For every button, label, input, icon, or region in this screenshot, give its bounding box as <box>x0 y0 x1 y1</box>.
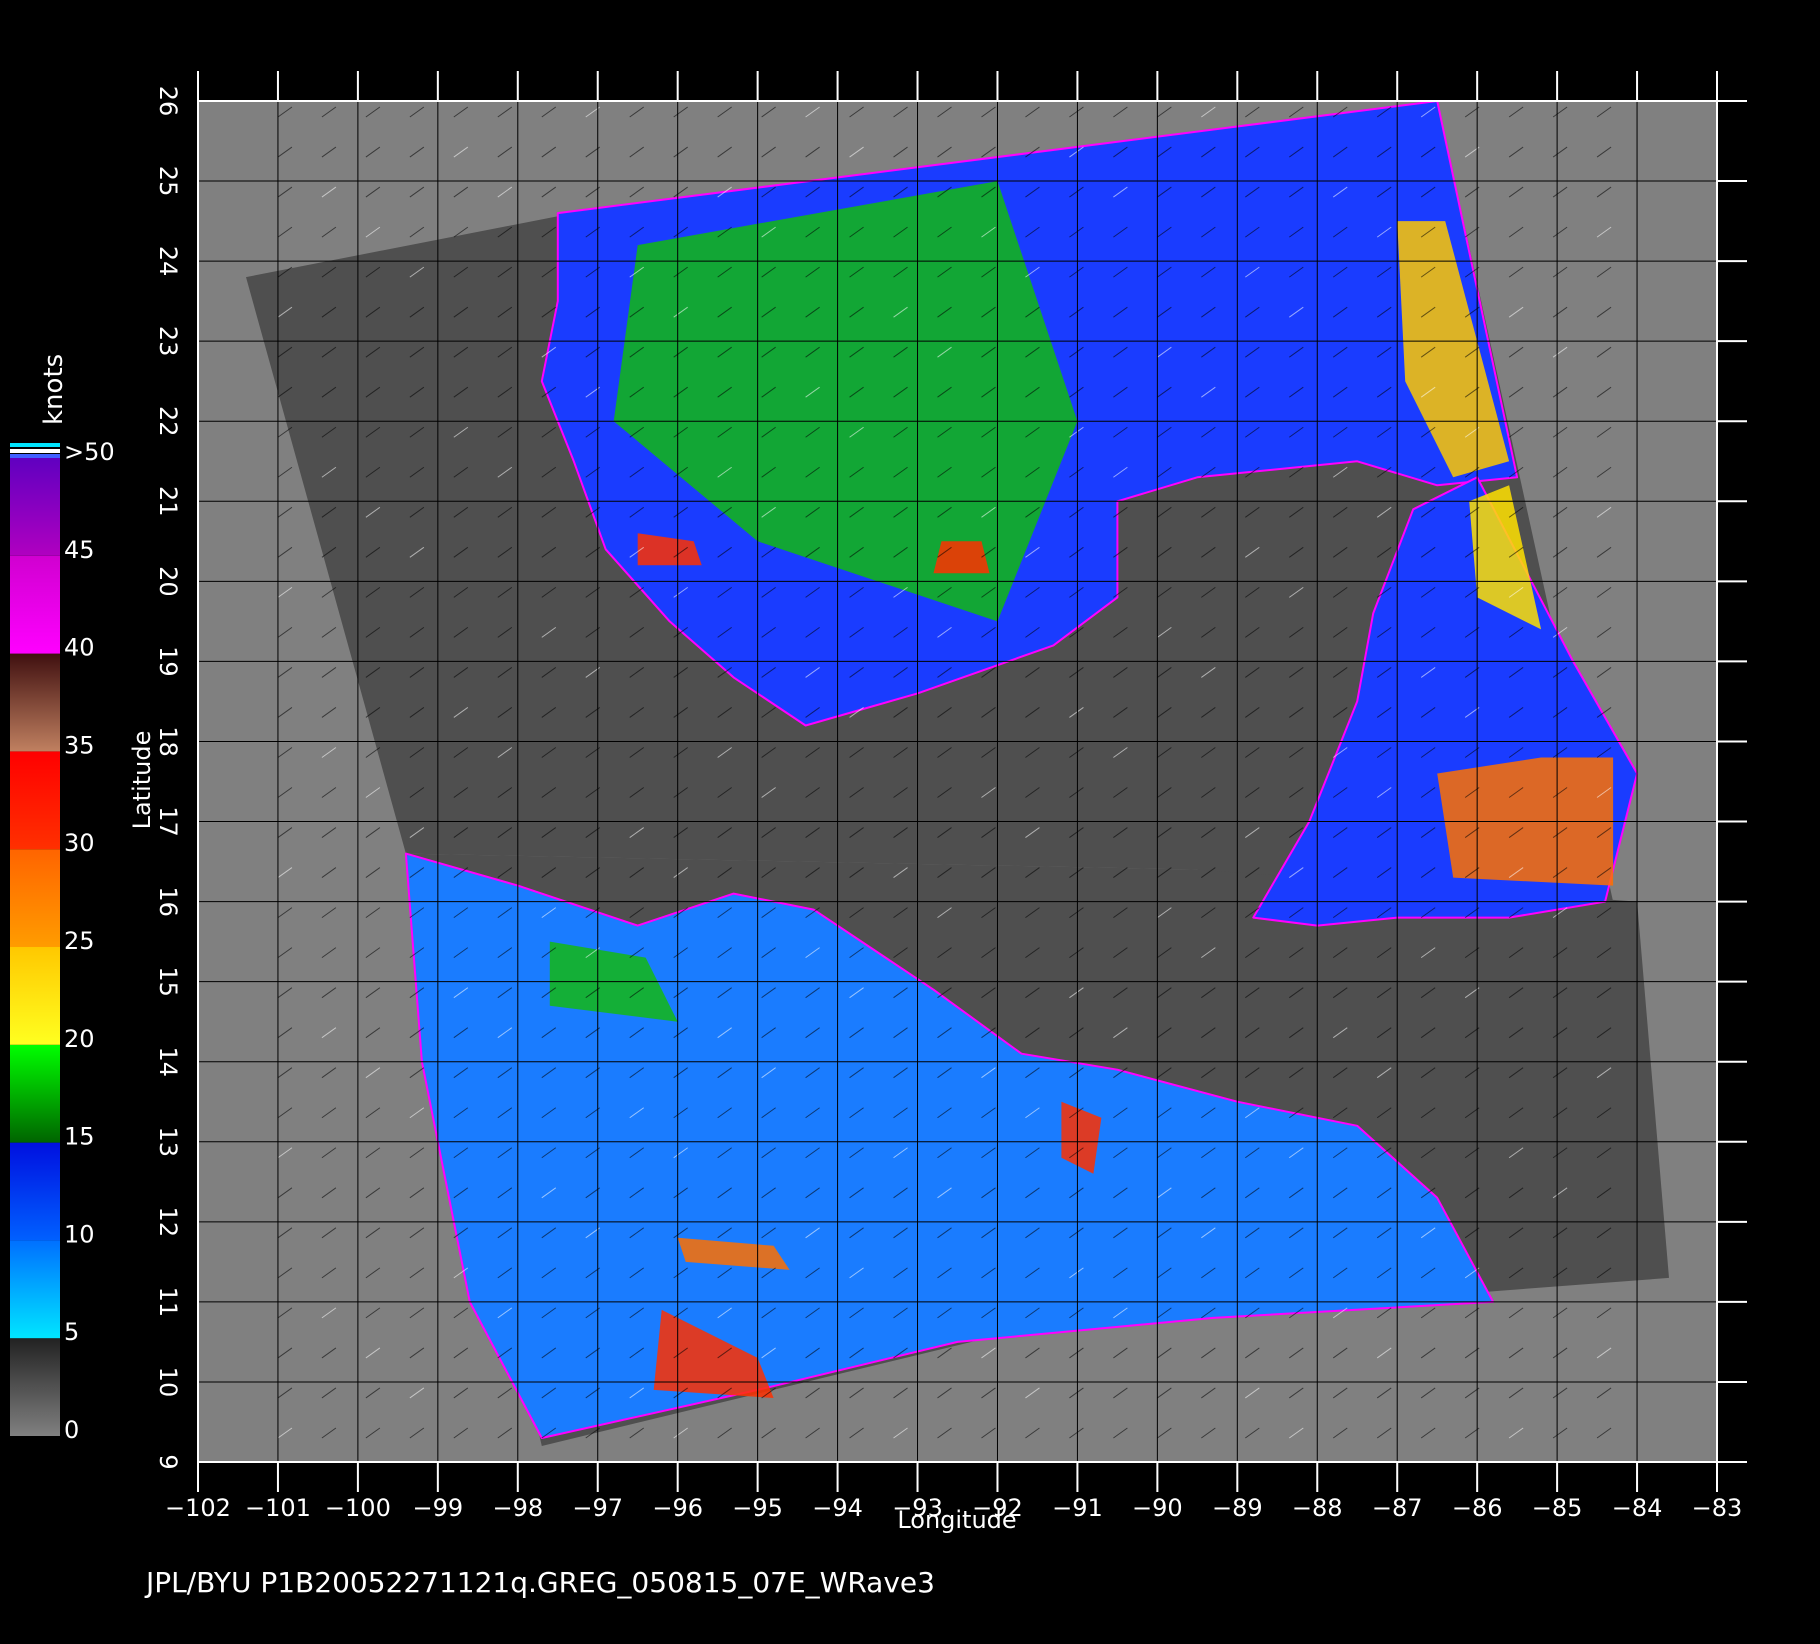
scatterometer-wind-map: −102 −101 −100 −99 −98 −97 −96 −95 −94 −93 −92 −91−… <box>0 0 1820 1640</box>
y-tick-label: 16 <box>154 886 182 917</box>
y-axis-title: Latitude <box>128 731 156 830</box>
colorbar-label: 25 <box>64 927 95 955</box>
x-tick-label: −101 <box>245 1494 311 1522</box>
map-area <box>198 100 1717 1462</box>
y-tick-label: 18 <box>154 726 182 757</box>
x-tick-label: −90 <box>1132 1494 1183 1522</box>
gulf-red-central <box>933 541 990 574</box>
x-tick-label: −88 <box>1292 1494 1343 1522</box>
x-tick-label: −97 <box>572 1494 623 1522</box>
colorbar-label: 35 <box>64 731 95 759</box>
figure-caption: JPL/BYU P1B20052271121q.GREG_050815_07E_… <box>144 1566 935 1599</box>
colorbar-label: 30 <box>64 829 95 857</box>
colorbar-band <box>10 947 60 1045</box>
y-tick-label: 20 <box>154 566 182 597</box>
colorbar-band <box>10 653 60 752</box>
x-tick-label: −87 <box>1372 1494 1423 1522</box>
colorbar-band <box>10 849 60 947</box>
y-tick-label: 15 <box>154 966 182 997</box>
y-tick-label: 9 <box>154 1454 182 1469</box>
x-tick-label: −83 <box>1692 1494 1743 1522</box>
x-tick-label: −86 <box>1452 1494 1503 1522</box>
x-tick-label: −91 <box>1052 1494 1103 1522</box>
x-tick-label: −95 <box>732 1494 783 1522</box>
y-tick-label: 11 <box>154 1287 182 1318</box>
colorbar-band <box>10 458 60 556</box>
colorbar-label: 15 <box>64 1123 95 1151</box>
colorbar-band <box>10 1142 60 1241</box>
colorbar-label: 0 <box>64 1416 79 1444</box>
colorbar-band <box>10 1338 60 1436</box>
y-tick-label: 12 <box>154 1207 182 1238</box>
x-tick-label: −99 <box>413 1494 464 1522</box>
y-tick-label: 19 <box>154 646 182 677</box>
y-tick-label: 26 <box>154 86 182 117</box>
wind-speed-colorbar: 0 5 10 15 20 25 30 35 40 45 >50 <box>10 438 115 1444</box>
colorbar-label: 5 <box>64 1318 79 1346</box>
colorbar-band <box>10 1240 60 1339</box>
colorbar-band <box>10 751 60 850</box>
y-tick-label: 14 <box>154 1046 182 1077</box>
x-tick-label: −98 <box>492 1494 543 1522</box>
colorbar-cap-stripe <box>10 454 60 458</box>
x-tick-label: −96 <box>652 1494 703 1522</box>
y-tick-label: 25 <box>154 166 182 197</box>
y-tick-label: 17 <box>154 806 182 837</box>
y-tick-label: 22 <box>154 406 182 437</box>
y-tick-label: 23 <box>154 326 182 357</box>
colorbar-label: 40 <box>64 634 95 662</box>
x-axis-title: Longitude <box>897 1506 1016 1534</box>
colorbar-label: 20 <box>64 1025 95 1053</box>
x-tick-label: −84 <box>1612 1494 1663 1522</box>
colorbar-unit-label: knots <box>39 354 69 425</box>
colorbar-label: 45 <box>64 536 95 564</box>
y-tick-label: 21 <box>154 486 182 517</box>
colorbar-band <box>10 555 60 654</box>
x-tick-label: −85 <box>1532 1494 1583 1522</box>
x-tick-label: −102 <box>165 1494 231 1522</box>
colorbar-cap-stripe <box>10 449 60 453</box>
y-tick-label: 24 <box>154 246 182 277</box>
colorbar-cap-stripe <box>10 443 60 447</box>
map-figure: −102 −101 −100 −99 −98 −97 −96 −95 −94 −93 −92 −91−… <box>10 71 1747 1599</box>
x-tick-label: −100 <box>325 1494 391 1522</box>
x-tick-label: −89 <box>1212 1494 1263 1522</box>
colorbar-label: 10 <box>64 1220 95 1248</box>
x-tick-label: −94 <box>812 1494 863 1522</box>
colorbar-label: >50 <box>64 438 115 466</box>
colorbar-band <box>10 1044 60 1143</box>
y-tick-label: 13 <box>154 1126 182 1157</box>
y-tick-label: 10 <box>154 1367 182 1398</box>
